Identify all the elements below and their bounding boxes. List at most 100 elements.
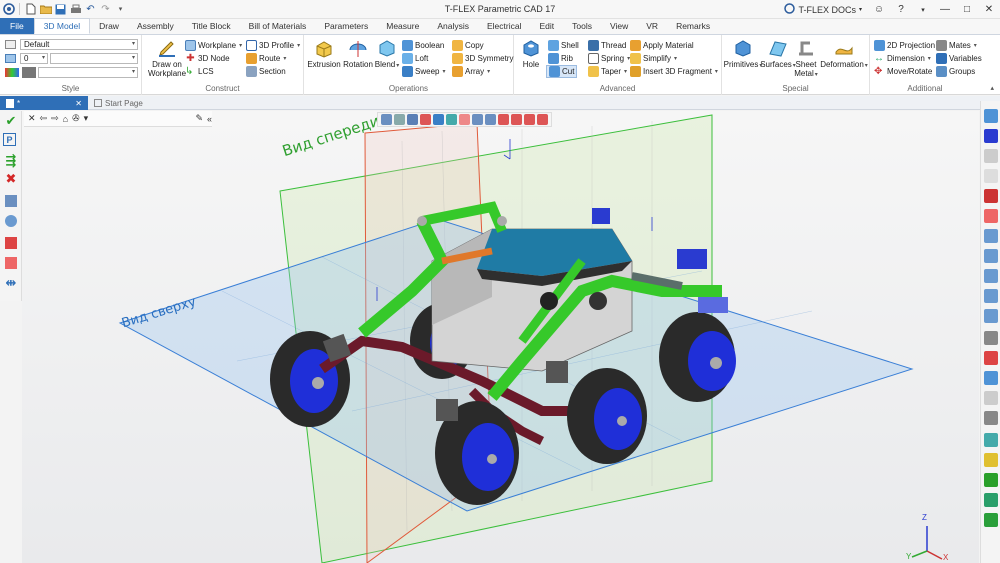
mates-button[interactable]: Mates ▾ xyxy=(936,40,977,51)
accept-next-icon[interactable]: ⇶ xyxy=(3,153,19,169)
zoom-all-icon[interactable] xyxy=(984,269,998,283)
zoom-out-icon[interactable] xyxy=(984,249,998,263)
profile-3d-button[interactable]: 3D Profile ▾ xyxy=(246,40,300,51)
array-button[interactable]: Array ▾ xyxy=(452,66,490,77)
snap-icon[interactable] xyxy=(394,114,405,125)
shell-button[interactable]: Shell xyxy=(548,40,579,51)
boolean-button[interactable]: Boolean xyxy=(402,40,444,51)
check-red-icon[interactable] xyxy=(984,351,998,365)
forward-arrow-icon[interactable]: ⇨ xyxy=(51,113,59,124)
lcs-button[interactable]: ↳ LCS xyxy=(185,66,214,77)
tab-parameters[interactable]: Parameters xyxy=(315,18,377,34)
orient-icon[interactable] xyxy=(433,114,444,125)
properties-icon[interactable]: P xyxy=(3,133,16,146)
settings-gear-icon[interactable]: ✇ xyxy=(72,113,80,124)
red-filter-icon[interactable] xyxy=(420,114,431,125)
tab-file[interactable]: File xyxy=(0,18,34,34)
sweep-button[interactable]: Sweep ▾ xyxy=(402,66,445,77)
close-tab-icon[interactable]: ✕ xyxy=(75,99,82,108)
tab-draw[interactable]: Draw xyxy=(90,18,128,34)
cube-red-icon[interactable] xyxy=(3,235,19,251)
zoom-fit-icon[interactable] xyxy=(485,114,496,125)
open-folder-icon[interactable] xyxy=(39,3,52,16)
grid-view-icon[interactable] xyxy=(984,109,998,123)
surfaces-button[interactable]: Surfaces▾ xyxy=(760,38,796,71)
pin-icon[interactable]: ✎ xyxy=(195,113,203,124)
sphere-icon[interactable] xyxy=(984,433,998,447)
options-dropdown-icon[interactable]: ▾ xyxy=(912,0,934,19)
loft-button[interactable]: Loft xyxy=(402,53,428,64)
deformation-button[interactable]: Deformation▾ xyxy=(820,38,868,71)
page-icon[interactable] xyxy=(984,149,998,163)
spring-button[interactable]: Spring ▾ xyxy=(588,53,630,64)
doc-tab-current[interactable]: * ✕ xyxy=(0,96,88,110)
tab-3d-model[interactable]: 3D Model xyxy=(33,18,91,34)
cut-button[interactable]: Cut xyxy=(546,65,578,78)
sheet-metal-button[interactable]: Sheet Metal▾ xyxy=(794,38,818,80)
tab-bill-of-materials[interactable]: Bill of Materials xyxy=(240,18,316,34)
save-icon[interactable] xyxy=(54,3,67,16)
select-filter-icon[interactable] xyxy=(381,114,392,125)
zoom-window-icon[interactable] xyxy=(472,114,483,125)
home-icon[interactable]: ⌂ xyxy=(63,114,68,124)
green-check-icon[interactable] xyxy=(984,473,998,487)
rotation-button[interactable]: Rotation xyxy=(342,38,374,69)
tab-title-block[interactable]: Title Block xyxy=(183,18,240,34)
undo-icon[interactable]: ↶ xyxy=(84,3,97,16)
level-combo[interactable]: ▾ xyxy=(50,53,138,64)
red-tool-icon[interactable] xyxy=(984,189,998,203)
variables-button[interactable]: Variables xyxy=(936,53,982,64)
new-document-icon[interactable] xyxy=(24,3,37,16)
distribute-icon[interactable]: ⇹ xyxy=(3,275,19,291)
apply-material-button[interactable]: Apply Material xyxy=(630,40,694,51)
cube-blue-icon[interactable] xyxy=(984,371,998,385)
thread-button[interactable]: Thread xyxy=(588,40,626,51)
taper-button[interactable]: Taper ▾ xyxy=(588,66,627,77)
print-icon[interactable] xyxy=(69,3,82,16)
back-arrow-icon[interactable]: ⇦ xyxy=(40,113,48,124)
collapse-panel-icon[interactable]: « xyxy=(207,114,212,124)
options-dropdown-icon[interactable]: ▾ xyxy=(84,113,89,124)
tab-measure[interactable]: Measure xyxy=(377,18,428,34)
layers-icon[interactable] xyxy=(984,493,998,507)
display-icon[interactable] xyxy=(524,114,535,125)
color-swatch[interactable] xyxy=(22,67,36,78)
edit-icon[interactable] xyxy=(984,169,998,183)
hole-button[interactable]: Hole xyxy=(519,38,543,69)
tab-view[interactable]: View xyxy=(601,18,637,34)
minimize-button[interactable]: — xyxy=(934,0,956,19)
draw-on-workplane-button[interactable]: Draw on Workplane xyxy=(146,38,188,78)
color-palette-icon[interactable] xyxy=(5,68,19,77)
tab-tools[interactable]: Tools xyxy=(563,18,601,34)
maximize-button[interactable]: □ xyxy=(956,0,978,19)
magnify-icon[interactable] xyxy=(3,213,19,229)
route-button[interactable]: Route ▾ xyxy=(246,53,286,64)
node-3d-button[interactable]: ✚ 3D Node xyxy=(185,53,229,64)
section-view-icon[interactable] xyxy=(498,114,509,125)
accept-icon[interactable]: ✔ xyxy=(3,113,19,129)
box-icon[interactable] xyxy=(984,411,998,425)
blend-button[interactable]: Blend▾ xyxy=(374,38,400,71)
magnet-icon[interactable] xyxy=(984,129,998,143)
move-rotate-button[interactable]: ✥ Move/Rotate xyxy=(874,66,932,77)
render-mode-icon[interactable] xyxy=(511,114,522,125)
glasses-icon[interactable] xyxy=(984,331,998,345)
customize-dropdown-icon[interactable]: ▾ xyxy=(114,3,127,16)
plane-icon[interactable] xyxy=(984,391,998,405)
insert-3d-fragment-button[interactable]: Insert 3D Fragment ▾ xyxy=(630,66,718,77)
symmetry-3d-button[interactable]: 3D Symmetry xyxy=(452,53,513,64)
groups-button[interactable]: Groups xyxy=(936,66,975,77)
tab-vr[interactable]: VR xyxy=(637,18,667,34)
help-icon[interactable]: ? xyxy=(890,0,912,19)
viewport-3d[interactable]: Вид спереди Вид сверху Z X Y xyxy=(22,111,979,563)
tab-edit[interactable]: Edit xyxy=(530,18,563,34)
copy-button[interactable]: Copy xyxy=(452,40,484,51)
dimension-button[interactable]: ↔ Dimension ▾ xyxy=(874,53,931,64)
doc-tab-start-page[interactable]: Start Page xyxy=(88,96,149,110)
section-button[interactable]: Section xyxy=(246,66,286,77)
close-button[interactable]: ✕ xyxy=(978,0,1000,19)
more-options-icon[interactable] xyxy=(537,114,548,125)
rotate-icon[interactable] xyxy=(446,114,457,125)
style-combo[interactable]: Default ▾ xyxy=(20,39,138,50)
docs-button[interactable]: T-FLEX DOCs ▾ xyxy=(778,3,868,16)
